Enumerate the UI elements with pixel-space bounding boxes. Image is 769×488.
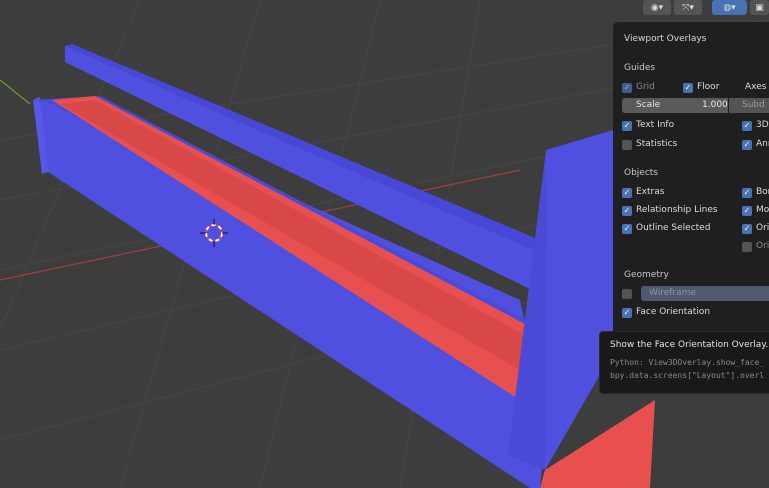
objects-heading: Objects xyxy=(624,168,659,178)
bones-label: Bon xyxy=(756,187,769,197)
tooltip-python-line2: bpy.data.screens["Layout"].overl xyxy=(610,371,765,380)
visibility-button[interactable]: ◉▾ xyxy=(643,0,671,15)
geometry-heading: Geometry xyxy=(624,270,669,280)
text-info-label: Text Info xyxy=(636,120,675,130)
origins-checkbox[interactable]: ✓ xyxy=(742,224,752,234)
extras-label: Extras xyxy=(636,187,665,197)
origins-all-label: Ori xyxy=(756,241,769,251)
visibility-icon: ◉▾ xyxy=(650,2,664,13)
face-orientation-label: Face Orientation xyxy=(636,307,711,317)
gizmo-icon: ⤧▾ xyxy=(682,2,694,13)
annotations-checkbox[interactable]: ✓ xyxy=(742,140,752,150)
viewport-overlays-panel: Viewport Overlays Guides ✓ Grid ✓ Floor … xyxy=(613,22,769,340)
origins-label: Orig xyxy=(756,223,769,233)
wireframe-label: Wireframe xyxy=(649,288,696,298)
xray-button[interactable]: ▣ xyxy=(750,0,769,15)
gizmo-button[interactable]: ⤧▾ xyxy=(674,0,702,15)
subdivisions-label: Subd xyxy=(742,100,765,110)
guides-heading: Guides xyxy=(624,63,656,73)
face-orientation-checkbox[interactable]: ✓ xyxy=(622,308,632,318)
grid-label: Grid xyxy=(636,82,655,92)
axes-label[interactable]: Axes xyxy=(745,82,766,92)
statistics-label: Statistics xyxy=(636,139,678,149)
overlays-icon: ◍▾ xyxy=(723,2,736,13)
origins-all-checkbox[interactable] xyxy=(742,242,752,252)
wireframe-field[interactable]: Wireframe xyxy=(641,286,769,301)
panel-title: Viewport Overlays xyxy=(624,34,707,44)
xray-icon: ▣ xyxy=(755,2,764,13)
scale-value: 1.000 xyxy=(702,100,728,110)
grid-checkbox[interactable]: ✓ xyxy=(622,83,632,93)
outline-selected-checkbox[interactable]: ✓ xyxy=(622,224,632,234)
tooltip-description: Show the Face Orientation Overlay. xyxy=(610,340,769,350)
tooltip-python-line1: Python: View3DOverlay.show_face_ xyxy=(610,358,765,367)
3d-cursor-checkbox[interactable]: ✓ xyxy=(742,121,752,131)
motion-paths-label: Mo xyxy=(756,205,769,215)
subdivisions-field[interactable]: Subd xyxy=(729,98,769,113)
overlays-button[interactable]: ◍▾ xyxy=(712,0,747,15)
relationship-lines-label: Relationship Lines xyxy=(636,205,718,215)
face-orientation-tooltip: Show the Face Orientation Overlay. Pytho… xyxy=(599,331,769,394)
floor-label: Floor xyxy=(697,82,720,92)
statistics-checkbox[interactable] xyxy=(622,140,632,150)
outline-selected-label: Outline Selected xyxy=(636,223,711,233)
scale-label: Scale xyxy=(636,100,661,110)
text-info-checkbox[interactable]: ✓ xyxy=(622,121,632,131)
relationship-lines-checkbox[interactable]: ✓ xyxy=(622,206,632,216)
wireframe-checkbox[interactable] xyxy=(622,289,632,299)
bones-checkbox[interactable]: ✓ xyxy=(742,188,752,198)
3d-cursor-label: 3D xyxy=(756,120,769,130)
extras-checkbox[interactable]: ✓ xyxy=(622,188,632,198)
annotations-label: Ann xyxy=(756,139,769,149)
floor-checkbox[interactable]: ✓ xyxy=(683,83,693,93)
scale-field[interactable]: Scale 1.000 xyxy=(622,98,728,113)
motion-paths-checkbox[interactable]: ✓ xyxy=(742,206,752,216)
